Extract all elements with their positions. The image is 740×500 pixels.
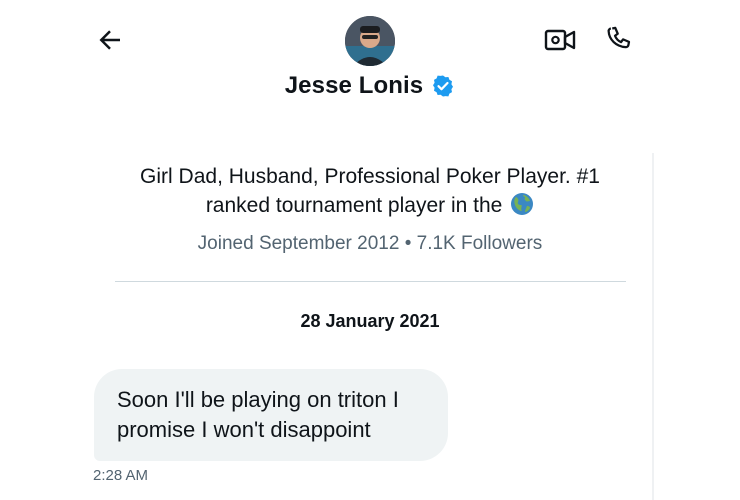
bio-line: ranked tournament player in the [205,194,503,217]
profile-name[interactable]: Jesse Lonis [285,72,424,100]
profile-meta: Joined September 2012 • 7.1K Followers [197,233,543,254]
back-button[interactable] [92,22,128,58]
video-call-icon [544,29,576,51]
video-call-button[interactable] [541,22,579,58]
profile-bio: Girl Dad, Husband, Professional Poker Pl… [100,162,640,220]
bio-line: Girl Dad, Husband, Professional Poker Pl… [140,165,600,188]
bio-line-with-emoji: ranked tournament player in the [100,191,640,220]
conversation-date: 28 January 2021 [300,311,440,331]
message-bubble[interactable]: Soon I'll be playing on triton I promise… [94,369,448,461]
message-timestamp: 2:28 AM [93,467,149,484]
divider [115,281,626,282]
verified-badge-icon [433,75,454,97]
back-arrow-icon [99,30,120,50]
globe-emoji-icon [511,193,534,215]
avatar-image [345,16,395,66]
phone-icon [607,26,631,49]
profile-name-row: Jesse Lonis [0,72,740,100]
phone-call-button[interactable] [600,21,638,59]
message-text-line: Soon I'll be playing on triton I [117,387,399,412]
message-text-line: promise I won't disappoint [117,417,371,442]
avatar[interactable] [345,16,395,66]
